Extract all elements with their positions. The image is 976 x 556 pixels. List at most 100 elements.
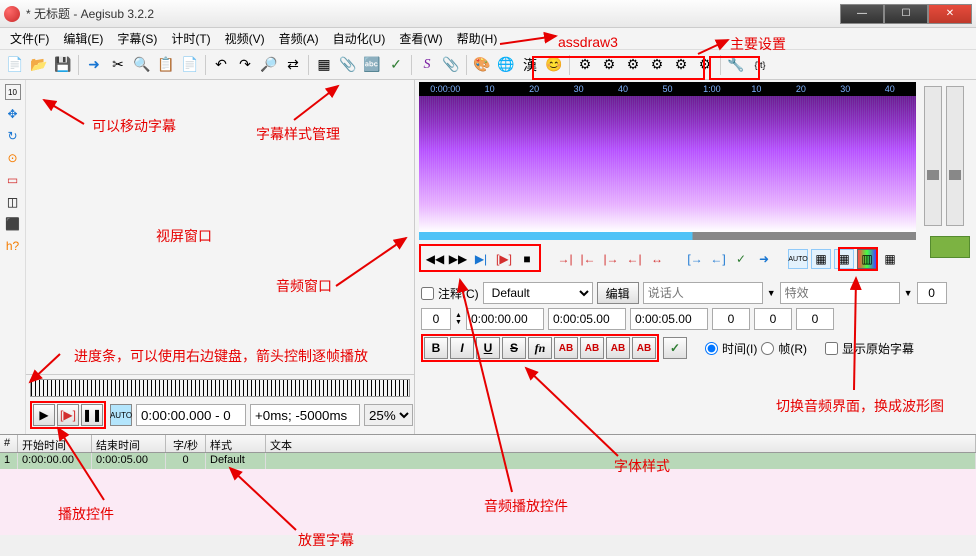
standard-tool-icon[interactable]: 10 <box>5 84 21 100</box>
audio-leadout-button[interactable]: ←] <box>708 249 728 269</box>
time-mode-radio[interactable] <box>705 342 718 355</box>
italic-button[interactable]: I <box>450 337 474 359</box>
spell-icon[interactable]: ✓ <box>385 54 407 76</box>
options-icon[interactable]: ⚙ <box>646 54 668 76</box>
commit-text-button[interactable]: ✓ <box>663 337 687 359</box>
menu-edit[interactable]: 编辑(E) <box>57 28 109 49</box>
audio-commit-button[interactable]: ✓ <box>731 249 751 269</box>
translate-icon[interactable]: 🌐 <box>495 54 517 76</box>
save-icon[interactable]: 💾 <box>52 54 74 76</box>
auto-next-toggle[interactable]: ▦ <box>811 249 831 269</box>
font-button[interactable]: fn <box>528 337 552 359</box>
scale-tool-icon[interactable]: ▭ <box>5 172 21 188</box>
drag-tool-icon[interactable]: ✥ <box>5 106 21 122</box>
grid-row[interactable]: 1 0:00:00.00 0:00:05.00 0 Default <box>0 453 976 469</box>
underline-button[interactable]: U <box>476 337 500 359</box>
redo-icon[interactable]: ↷ <box>234 54 256 76</box>
font-icon[interactable]: 🔤 <box>361 54 383 76</box>
tag-icon[interactable]: {\t} <box>749 54 771 76</box>
col-style[interactable]: 样式 <box>206 435 266 452</box>
menu-audio[interactable]: 音频(A) <box>273 28 325 49</box>
auto-scroll-toggle[interactable]: ▦ <box>834 249 854 269</box>
spectrum-toggle[interactable]: ▥ <box>857 249 877 269</box>
clip-icon[interactable]: 📎 <box>440 54 462 76</box>
audio-500ms-button[interactable]: ↔ <box>647 249 667 269</box>
attach-icon[interactable]: 📎 <box>337 54 359 76</box>
style-select[interactable]: Default <box>483 282 593 304</box>
col-cps[interactable]: 字/秒 <box>166 435 206 452</box>
strike-button[interactable]: S <box>502 337 526 359</box>
tool-icon[interactable]: 🔧 <box>725 54 747 76</box>
undo-icon[interactable]: ↶ <box>210 54 232 76</box>
start-time-field[interactable] <box>466 308 544 330</box>
horizontal-zoom-slider[interactable] <box>924 86 942 226</box>
audio-after-button[interactable]: |← <box>578 249 598 269</box>
maximize-button[interactable]: ☐ <box>884 4 928 24</box>
end-time-field[interactable] <box>548 308 626 330</box>
vertical-zoom-slider[interactable] <box>946 86 964 226</box>
color2-button[interactable]: AB <box>580 337 604 359</box>
zoom-select[interactable]: 25% <box>364 404 413 426</box>
audio-stop-button[interactable]: ■ <box>517 249 537 269</box>
margin-r-field[interactable] <box>754 308 792 330</box>
shift-icon[interactable]: ⇄ <box>282 54 304 76</box>
config1-icon[interactable]: ⚙ <box>574 54 596 76</box>
help-tool-icon[interactable]: h? <box>5 238 21 254</box>
audio-begin-button[interactable]: |→ <box>601 249 621 269</box>
config2-icon[interactable]: ⚙ <box>598 54 620 76</box>
effect-field[interactable] <box>780 282 900 304</box>
clip-tool-icon[interactable]: ◫ <box>5 194 21 210</box>
medusa-toggle[interactable]: ▦ <box>880 249 900 269</box>
col-end[interactable]: 结束时间 <box>92 435 166 452</box>
audio-selection-bar[interactable] <box>419 232 916 240</box>
layer-field[interactable] <box>917 282 947 304</box>
rotate-z-icon[interactable]: ↻ <box>5 128 21 144</box>
paste-icon[interactable]: 📄 <box>179 54 201 76</box>
layer-spin[interactable] <box>421 308 451 330</box>
subs-delay-field[interactable] <box>250 404 360 426</box>
face-icon[interactable]: 😊 <box>543 54 565 76</box>
audio-next-button[interactable]: ▶▶ <box>448 249 468 269</box>
open-icon[interactable]: 📂 <box>28 54 50 76</box>
frame-mode-radio[interactable] <box>761 342 774 355</box>
new-icon[interactable]: 📄 <box>4 54 26 76</box>
audio-play-button[interactable]: ▶| <box>471 249 491 269</box>
zoom-icon[interactable]: 🔎 <box>258 54 280 76</box>
style-manager-icon[interactable]: ▦ <box>313 54 335 76</box>
minimize-button[interactable]: — <box>840 4 884 24</box>
video-seek-bar[interactable] <box>30 379 410 397</box>
color-icon[interactable]: 🎨 <box>471 54 493 76</box>
rotate-xy-icon[interactable]: ⊙ <box>5 150 21 166</box>
bold-button[interactable]: B <box>424 337 448 359</box>
audio-goto-button[interactable]: ➜ <box>754 249 774 269</box>
play-button[interactable]: ▶ <box>33 404 55 426</box>
color1-button[interactable]: AB <box>554 337 578 359</box>
find-icon[interactable]: 🔍 <box>131 54 153 76</box>
vector-clip-icon[interactable]: ⬛ <box>5 216 21 232</box>
color3-button[interactable]: AB <box>606 337 630 359</box>
play-line-button[interactable]: [▶] <box>57 404 79 426</box>
margin-v-field[interactable] <box>796 308 834 330</box>
menu-view[interactable]: 查看(W) <box>393 28 448 49</box>
auto-commit-toggle[interactable]: AUTO <box>788 249 808 269</box>
menu-video[interactable]: 视频(V) <box>219 28 271 49</box>
edit-style-button[interactable]: 编辑 <box>597 282 639 304</box>
menu-timing[interactable]: 计时(T) <box>165 28 216 49</box>
cut-icon[interactable]: ✂ <box>107 54 129 76</box>
comment-checkbox[interactable] <box>421 287 434 300</box>
duration-field[interactable] <box>630 308 708 330</box>
menu-file[interactable]: 文件(F) <box>4 28 55 49</box>
audio-spectrogram[interactable]: 0:00:0010203040501:0010203040 <box>419 82 916 232</box>
menu-help[interactable]: 帮助(H) <box>451 28 504 49</box>
menu-automation[interactable]: 自动化(U) <box>327 28 392 49</box>
options3-icon[interactable]: ⚙ <box>694 54 716 76</box>
assdraw-icon[interactable]: S <box>416 54 438 76</box>
col-text[interactable]: 文本 <box>266 435 976 452</box>
audio-prev-button[interactable]: ◀◀ <box>425 249 445 269</box>
kanji-icon[interactable]: 漢 <box>519 54 541 76</box>
commit-button[interactable] <box>930 236 970 258</box>
audio-play-sel-button[interactable]: [▶] <box>494 249 514 269</box>
audio-before-button[interactable]: →| <box>555 249 575 269</box>
actor-field[interactable] <box>643 282 763 304</box>
pause-button[interactable]: ❚❚ <box>81 404 103 426</box>
